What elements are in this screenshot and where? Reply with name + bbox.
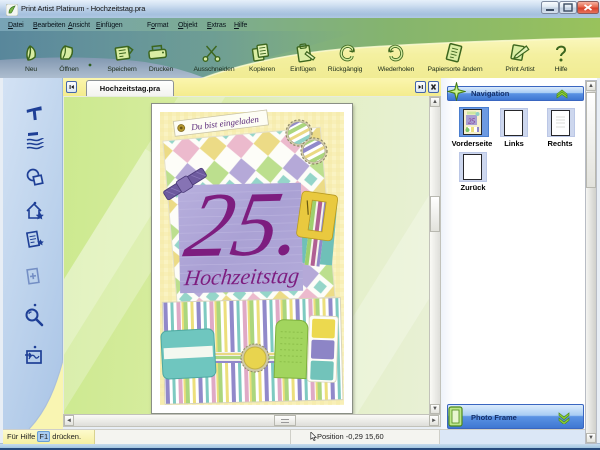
svg-text:25: 25 [468, 118, 476, 126]
svg-text:Hochzeitstag: Hochzeitstag [182, 263, 301, 290]
svg-text:25.: 25. [178, 172, 312, 277]
